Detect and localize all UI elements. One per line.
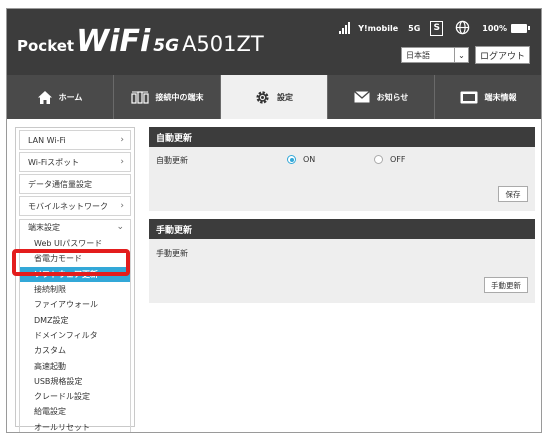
chevron-down-icon: ⌄ bbox=[116, 222, 124, 232]
tab-label: お知らせ bbox=[376, 92, 409, 102]
tab-device-info[interactable]: 端末情報 bbox=[435, 75, 541, 119]
sim-label: S bbox=[433, 23, 441, 33]
sidebar-item-label: LAN Wi-Fi bbox=[28, 135, 66, 145]
sidebar-item-data-usage[interactable]: データ通信量設定 bbox=[19, 174, 131, 194]
tab-label: ホーム bbox=[58, 92, 83, 102]
sidebar-item-fast-boot[interactable]: 高速起動 bbox=[20, 358, 130, 373]
home-icon bbox=[37, 90, 52, 104]
carrier-name: Y!mobile bbox=[358, 23, 399, 33]
chevron-down-icon: ⌄ bbox=[454, 48, 468, 62]
mail-icon bbox=[353, 91, 370, 103]
sidebar-item-mobile-network[interactable]: モバイルネットワーク › bbox=[19, 196, 131, 216]
radio-on[interactable] bbox=[287, 155, 296, 164]
sidebar-item-lan-wifi[interactable]: LAN Wi-Fi › bbox=[19, 130, 131, 150]
main-nav: ホーム 接続中の端末 設定 お知らせ 端末情報 bbox=[7, 75, 541, 119]
sidebar-item-power-supply[interactable]: 給電設定 bbox=[20, 404, 130, 419]
save-button[interactable]: 保存 bbox=[498, 186, 528, 202]
manual-update-button[interactable]: 手動更新 bbox=[484, 277, 528, 293]
sidebar-item-firewall[interactable]: ファイアウォール bbox=[20, 297, 130, 312]
gear-icon bbox=[256, 90, 269, 104]
sim-icon: S bbox=[430, 20, 444, 36]
sidebar-item-dmz[interactable]: DMZ設定 bbox=[20, 312, 130, 327]
sidebar-item-label: モバイルネットワーク bbox=[28, 201, 108, 211]
header: PocketWiFi 5G A501ZT Y!mobile 5G S 100% 日本… bbox=[7, 9, 541, 75]
sidebar-item-domain-filter[interactable]: ドメインフィルタ bbox=[20, 328, 130, 343]
main-content: 自動更新 自動更新 ON OFF 保存 手動更新 手動更新 手動更新 bbox=[149, 127, 535, 303]
logo-model-text: A501ZT bbox=[182, 32, 264, 56]
tab-connected-devices[interactable]: 接続中の端末 bbox=[114, 75, 221, 119]
globe-icon bbox=[455, 20, 470, 37]
app-frame: PocketWiFi 5G A501ZT Y!mobile 5G S 100% 日本… bbox=[6, 8, 542, 433]
sidebar-item-custom[interactable]: カスタム bbox=[20, 343, 130, 358]
language-value: 日本語 bbox=[406, 50, 430, 60]
radio-off[interactable] bbox=[374, 155, 383, 164]
auto-update-label: 自動更新 bbox=[156, 156, 188, 165]
sidebar-item-usb-standard[interactable]: USB規格設定 bbox=[20, 374, 130, 389]
battery-percent: 100% bbox=[482, 23, 507, 33]
logout-button[interactable]: ログアウト bbox=[475, 46, 530, 64]
tab-settings[interactable]: 設定 bbox=[221, 75, 328, 119]
manual-update-title: 手動更新 bbox=[149, 219, 535, 239]
manual-update-panel: 手動更新 手動更新 bbox=[149, 239, 535, 303]
devices-icon bbox=[130, 90, 149, 104]
tab-label: 端末情報 bbox=[484, 92, 517, 102]
chevron-right-icon: › bbox=[120, 201, 124, 211]
manual-update-label: 手動更新 bbox=[156, 249, 188, 258]
sidebar-group-label: 端末設定 bbox=[28, 223, 60, 232]
sidebar-item-connection-limit[interactable]: 接続制限 bbox=[20, 282, 130, 297]
status-bar: Y!mobile 5G S 100% bbox=[339, 19, 530, 37]
highlight-annotation bbox=[12, 249, 130, 276]
sidebar-group-device-settings[interactable]: 端末設定 ⌄ bbox=[19, 219, 131, 235]
auto-update-panel: 自動更新 ON OFF 保存 bbox=[149, 147, 535, 211]
radio-off-label: OFF bbox=[390, 155, 406, 164]
sidebar-item-label: Wi-Fiスポット bbox=[28, 157, 80, 167]
sidebar-item-all-reset[interactable]: オールリセット bbox=[20, 420, 130, 432]
tab-notifications[interactable]: お知らせ bbox=[328, 75, 435, 119]
chevron-right-icon: › bbox=[120, 135, 124, 145]
battery-icon bbox=[511, 23, 530, 33]
language-select[interactable]: 日本語 ⌄ bbox=[401, 47, 469, 63]
logo-wifi-text: WiFi bbox=[76, 24, 151, 59]
tab-label: 接続中の端末 bbox=[155, 92, 204, 102]
chevron-right-icon: › bbox=[120, 157, 124, 167]
settings-sidebar: LAN Wi-Fi › Wi-Fiスポット › データ通信量設定 モバイルネット… bbox=[15, 127, 135, 432]
logo-5g-text: 5G bbox=[153, 36, 180, 56]
signal-strength-icon bbox=[339, 22, 351, 34]
tab-home[interactable]: ホーム bbox=[7, 75, 114, 119]
brand-logo: PocketWiFi 5G A501ZT bbox=[17, 27, 264, 57]
auto-update-title: 自動更新 bbox=[149, 127, 535, 147]
sidebar-item-wifi-spot[interactable]: Wi-Fiスポット › bbox=[19, 152, 131, 172]
sidebar-item-cradle[interactable]: クレードル設定 bbox=[20, 389, 130, 404]
radio-on-label: ON bbox=[303, 155, 316, 164]
logo-pocket-text: Pocket bbox=[17, 37, 75, 55]
network-type: 5G bbox=[408, 23, 421, 33]
sidebar-item-label: データ通信量設定 bbox=[28, 179, 92, 189]
tab-label: 設定 bbox=[277, 92, 293, 102]
device-info-icon bbox=[460, 91, 477, 103]
